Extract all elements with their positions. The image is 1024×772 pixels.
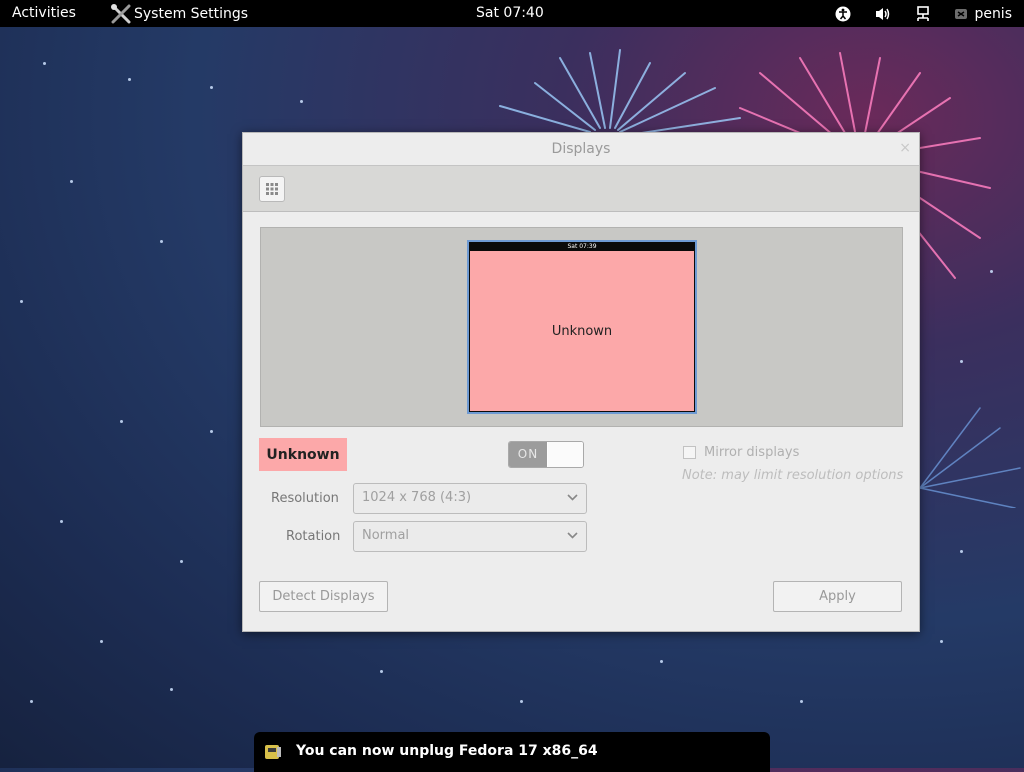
tools-icon: [111, 3, 131, 23]
mirror-displays-label: Mirror displays: [704, 445, 800, 460]
top-panel: Activities System Settings Sat 07:40 pen…: [0, 0, 1024, 27]
background-star: [520, 700, 523, 703]
background-star: [30, 700, 33, 703]
user-name: penis: [974, 5, 1012, 22]
mirror-displays-option[interactable]: Mirror displays: [683, 445, 799, 460]
background-star: [800, 700, 803, 703]
activities-button[interactable]: Activities: [12, 5, 76, 21]
background-star: [940, 640, 943, 643]
app-menu[interactable]: System Settings: [110, 0, 248, 27]
notification-banner[interactable]: You can now unplug Fedora 17 x86_64: [254, 732, 770, 772]
switch-knob: [548, 442, 583, 467]
monitor-preview-screen: Unknown: [470, 251, 694, 411]
background-star: [60, 520, 63, 523]
monitor-preview[interactable]: Sat 07:39 Unknown: [467, 240, 697, 414]
display-power-switch[interactable]: ON: [508, 441, 584, 468]
chevron-down-icon: [567, 532, 578, 539]
window-toolbar: [243, 165, 919, 212]
background-star: [20, 300, 23, 303]
user-status-icon: [955, 8, 968, 19]
mirror-note: Note: may limit resolution options: [682, 468, 904, 483]
accessibility-icon[interactable]: [834, 5, 852, 23]
resolution-value: 1024 x 768 (4:3): [362, 490, 472, 505]
background-star: [43, 62, 46, 65]
background-star: [120, 420, 123, 423]
all-settings-button[interactable]: [259, 176, 285, 202]
window-titlebar[interactable]: Displays ×: [243, 133, 919, 165]
user-menu[interactable]: penis: [954, 6, 1012, 22]
background-star: [100, 640, 103, 643]
rotation-select[interactable]: Normal: [353, 521, 587, 552]
display-arrangement-area: Sat 07:39 Unknown: [260, 227, 903, 427]
grid-icon: [266, 183, 278, 195]
background-star: [300, 100, 303, 103]
displays-window: Displays × Sat 07:39 Unknown Unknown ON: [242, 132, 920, 632]
rotation-label: Rotation: [286, 529, 341, 544]
status-tray: penis: [834, 0, 1012, 27]
background-star: [70, 180, 73, 183]
background-star: [660, 660, 663, 663]
background-star: [160, 240, 163, 243]
display-name-badge: Unknown: [259, 438, 347, 471]
volume-icon[interactable]: [874, 5, 892, 23]
switch-on-label: ON: [509, 442, 547, 467]
monitor-preview-label: Unknown: [551, 323, 613, 339]
clock[interactable]: Sat 07:40: [476, 5, 544, 21]
background-star: [128, 78, 131, 81]
background-star: [960, 550, 963, 553]
app-menu-label: System Settings: [134, 5, 249, 22]
notification-text: You can now unplug Fedora 17 x86_64: [296, 743, 598, 759]
mirror-displays-checkbox[interactable]: [683, 446, 696, 459]
window-title: Displays: [551, 141, 611, 157]
rotation-value: Normal: [362, 528, 410, 543]
network-icon[interactable]: [914, 5, 932, 23]
background-star: [170, 688, 173, 691]
apply-button[interactable]: Apply: [773, 581, 902, 612]
background-star: [210, 430, 213, 433]
resolution-select[interactable]: 1024 x 768 (4:3): [353, 483, 587, 514]
monitor-preview-clock: Sat 07:39: [567, 243, 597, 250]
background-star: [210, 86, 213, 89]
background-star: [380, 670, 383, 673]
chevron-down-icon: [567, 494, 578, 501]
resolution-label: Resolution: [271, 491, 339, 506]
detect-displays-button[interactable]: Detect Displays: [259, 581, 388, 612]
usb-drive-icon: [265, 745, 281, 759]
close-icon[interactable]: ×: [899, 141, 911, 155]
background-star: [180, 560, 183, 563]
